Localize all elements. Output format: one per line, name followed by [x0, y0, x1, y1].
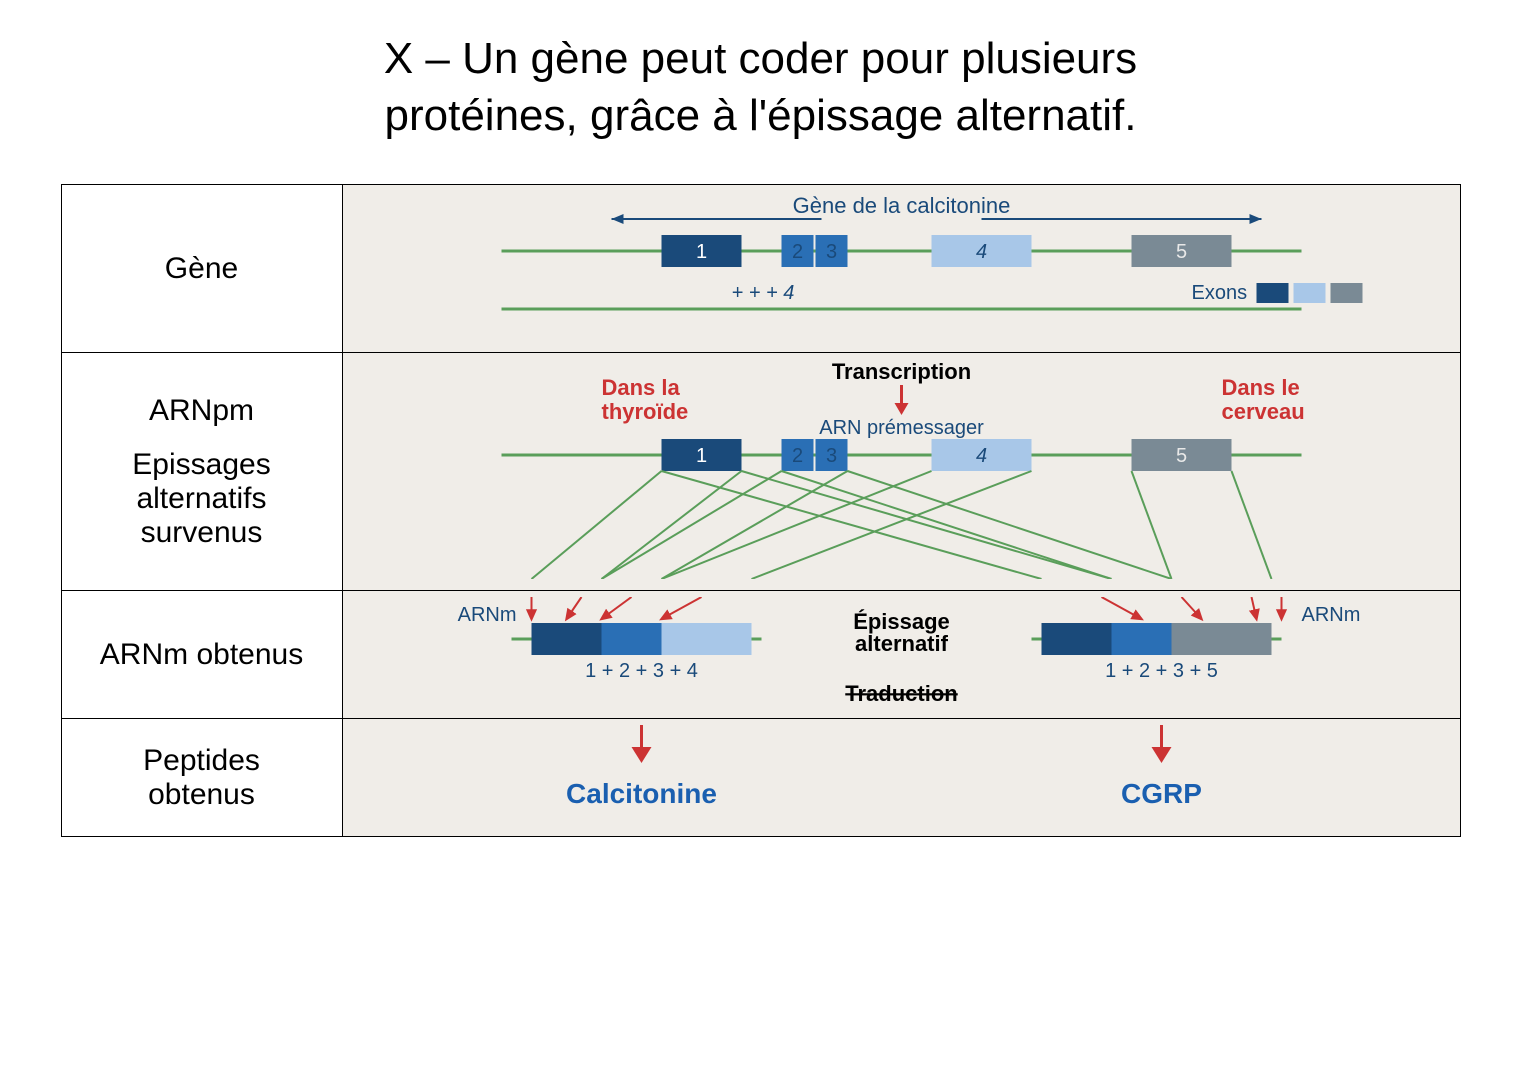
epissage-alt-2: alternatif: [855, 631, 949, 656]
peptides-diagram-cell: Calcitonine CGRP: [342, 719, 1460, 837]
gene-exon-2-label: 2: [791, 241, 802, 263]
gene-exon-5-label: 5: [1175, 241, 1186, 263]
arnm-l-e4: [661, 623, 751, 655]
arn-pre-text: ARN prémessager: [819, 417, 984, 439]
pep-arrow-left-head: [631, 747, 651, 763]
label-peptides-1: Peptides: [72, 744, 332, 778]
gene-title-text: Gène de la calcitonine: [792, 193, 1010, 218]
pre-exon-1-label: 1: [695, 445, 706, 467]
gene-exon-4-label: 4: [975, 241, 986, 263]
arnm-diagram-cell: ARNm ARNm 1 + 2 + 3 + 4: [342, 591, 1460, 719]
gene-exon-1-label: 1: [695, 241, 706, 263]
diagram-table: Gène Gène de la calcitonine 1 2 3 4: [61, 184, 1461, 837]
label-arnm-obt: ARNm obtenus: [61, 591, 342, 719]
page-title: X – Un gène peut coder pour plusieurs pr…: [40, 30, 1481, 144]
label-gene-text: Gène: [165, 252, 238, 285]
pre-exon-2-label: 2: [791, 445, 802, 467]
splice-l-1a: [531, 471, 661, 579]
dans-le-text: Dans le: [1221, 375, 1299, 400]
label-arnpm: ARNpm Epissages alternatifs survenus: [61, 353, 342, 591]
formula-left-text: 1 + 2 + 3 + 4: [585, 660, 698, 682]
calcitonine-text: Calcitonine: [566, 778, 717, 809]
legend-box-3: [1330, 283, 1362, 303]
label-epissage-2: alternatifs: [72, 482, 332, 516]
plus4-text: + + + 4: [731, 282, 794, 304]
title-line-1: X – Un gène peut coder pour plusieurs: [384, 34, 1137, 83]
arnpm-svg: Transcription Dans la thyroïde Dans le c…: [353, 359, 1450, 579]
arnm-l-e1: [531, 623, 601, 655]
gene-svg: Gène de la calcitonine 1 2 3 4 5 +: [353, 191, 1450, 341]
down-arrow-r3: [1251, 597, 1256, 619]
gene-arrow-right-head: [1249, 214, 1261, 224]
label-arnm-obt-text: ARNm obtenus: [100, 638, 303, 671]
cgrp-text: CGRP: [1121, 778, 1202, 809]
label-arnpm-text: ARNpm: [72, 394, 332, 428]
arnm-right-label: ARNm: [1301, 604, 1360, 626]
gene-diagram-cell: Gène de la calcitonine 1 2 3 4 5 +: [342, 185, 1460, 353]
traduction-text: Traduction: [845, 681, 957, 706]
label-epissage-3: survenus: [72, 516, 332, 550]
splice-r-5a: [1131, 471, 1171, 579]
arnpm-diagram-cell: Transcription Dans la thyroïde Dans le c…: [342, 353, 1460, 591]
gene-exon-3-label: 3: [825, 241, 836, 263]
splice-r-5b: [1231, 471, 1271, 579]
transcription-arrow-head: [894, 403, 908, 415]
label-epissage-1: Epissages: [72, 448, 332, 482]
exons-legend-text: Exons: [1191, 282, 1247, 304]
pre-exon-4-label: 4: [975, 445, 986, 467]
splice-r-3b: [847, 471, 1171, 579]
formula-right-text: 1 + 2 + 3 + 5: [1105, 660, 1218, 682]
down-arrow-l2: [566, 597, 581, 619]
down-arrow-l4: [661, 597, 701, 619]
arnm-r-e5: [1171, 623, 1271, 655]
pre-exon-3-label: 3: [825, 445, 836, 467]
arnm-l-e3: [631, 623, 661, 655]
label-gene: Gène: [61, 185, 342, 353]
splice-r-2a: [781, 471, 1111, 579]
legend-box-2: [1293, 283, 1325, 303]
arnm-r-e3: [1141, 623, 1171, 655]
pre-exon-5-label: 5: [1175, 445, 1186, 467]
down-arrow-r1: [1101, 597, 1141, 619]
title-line-2: protéines, grâce à l'épissage alternatif…: [385, 91, 1137, 140]
dans-la-text: Dans la: [601, 375, 680, 400]
splice-r-1a: [661, 471, 1041, 579]
down-arrow-l3: [601, 597, 631, 619]
label-peptides: Peptides obtenus: [61, 719, 342, 837]
pep-arrow-right-head: [1151, 747, 1171, 763]
arnm-r-e1: [1041, 623, 1111, 655]
down-arrow-r2: [1181, 597, 1201, 619]
arnm-l-e2: [601, 623, 631, 655]
transcription-text: Transcription: [831, 359, 970, 384]
legend-box-1: [1256, 283, 1288, 303]
arnm-left-label: ARNm: [457, 604, 516, 626]
label-peptides-2: obtenus: [72, 778, 332, 812]
arnm-r-e2: [1111, 623, 1141, 655]
arnm-svg: ARNm ARNm 1 + 2 + 3 + 4: [353, 597, 1450, 707]
cerveau-text: cerveau: [1221, 399, 1304, 424]
thyroide-text: thyroïde: [601, 399, 688, 424]
gene-arrow-left-head: [611, 214, 623, 224]
peptides-svg: Calcitonine CGRP: [353, 725, 1450, 825]
